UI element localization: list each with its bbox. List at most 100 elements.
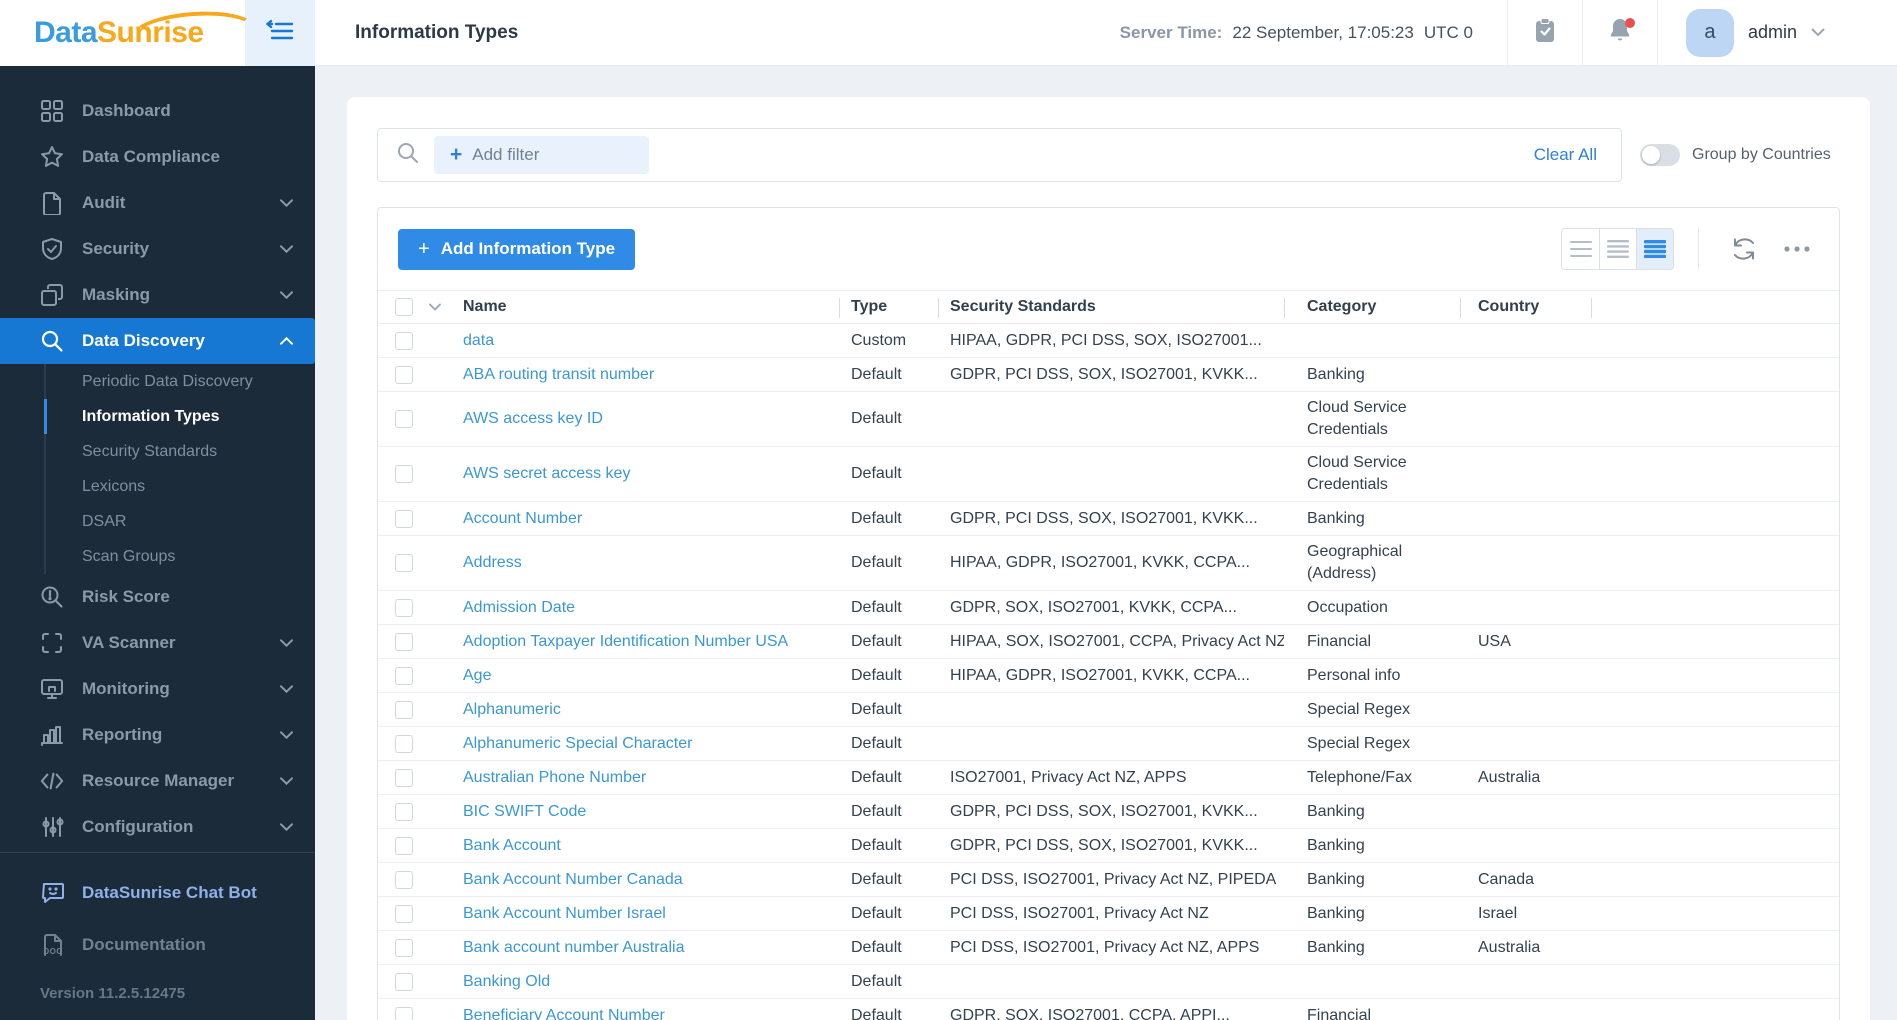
row-checkbox[interactable] bbox=[395, 1006, 413, 1020]
add-information-type-button[interactable]: + Add Information Type bbox=[398, 228, 636, 270]
sidebar-item-chatbot[interactable]: DataSunrise Chat Bot bbox=[40, 867, 315, 919]
row-checkbox[interactable] bbox=[395, 972, 413, 991]
information-type-link[interactable]: AWS access key ID bbox=[463, 410, 603, 427]
select-all-checkbox[interactable] bbox=[395, 298, 413, 316]
row-checkbox[interactable] bbox=[395, 904, 413, 923]
standards-cell: HIPAA, SOX, ISO27001, CCPA, Privacy Act … bbox=[950, 632, 1284, 650]
sidebar-item-label: Monitoring bbox=[82, 679, 170, 698]
sidebar-subitem[interactable]: Lexicons bbox=[0, 469, 315, 504]
information-type-link[interactable]: Address bbox=[463, 554, 522, 571]
information-type-link[interactable]: Adoption Taxpayer Identification Number … bbox=[463, 633, 788, 650]
information-type-link[interactable]: Banking Old bbox=[463, 973, 550, 990]
sidebar-subitem[interactable]: DSAR bbox=[0, 504, 315, 539]
add-information-type-label: Add Information Type bbox=[440, 239, 616, 258]
country-cell bbox=[1460, 370, 1591, 380]
sidebar-subitem[interactable]: Periodic Data Discovery bbox=[0, 364, 315, 399]
sidebar-item[interactable]: Data Discovery bbox=[0, 318, 315, 364]
row-checkbox[interactable] bbox=[395, 836, 413, 855]
category-cell: Banking bbox=[1307, 870, 1365, 888]
information-type-link[interactable]: Account Number bbox=[463, 510, 582, 527]
row-checkbox[interactable] bbox=[395, 465, 413, 483]
sidebar-item[interactable]: Risk Score bbox=[0, 574, 315, 620]
sidebar-subitem[interactable]: Scan Groups bbox=[0, 539, 315, 574]
row-checkbox[interactable] bbox=[395, 331, 413, 350]
information-type-link[interactable]: Age bbox=[463, 667, 491, 684]
information-type-link[interactable]: Bank Account Number Canada bbox=[463, 871, 683, 888]
column-header-country[interactable]: Country bbox=[1460, 291, 1591, 323]
information-type-link[interactable]: Beneficiary Account Number bbox=[463, 1007, 665, 1020]
server-time-value: 22 September, 17:05:23 bbox=[1232, 22, 1414, 42]
row-checkbox[interactable] bbox=[395, 365, 413, 384]
sidebar-item[interactable]: Security bbox=[0, 226, 315, 272]
add-filter-button[interactable]: + Add filter bbox=[434, 136, 650, 174]
view-loose-button[interactable] bbox=[1562, 229, 1599, 269]
sidebar-item[interactable]: Configuration bbox=[0, 804, 315, 850]
select-menu-chevron[interactable] bbox=[429, 291, 451, 323]
row-checkbox[interactable] bbox=[395, 410, 413, 428]
sidebar-item-label: Periodic Data Discovery bbox=[82, 372, 253, 390]
row-checkbox[interactable] bbox=[395, 598, 413, 617]
information-type-link[interactable]: Australian Phone Number bbox=[463, 769, 646, 786]
category-cell: Banking bbox=[1307, 938, 1365, 956]
topbar-right: Server Time: 22 September, 17:05:23 UTC … bbox=[1120, 0, 1897, 65]
row-checkbox[interactable] bbox=[395, 802, 413, 821]
plus-icon: + bbox=[418, 237, 430, 260]
column-header-name[interactable]: Name bbox=[451, 291, 839, 323]
row-checkbox[interactable] bbox=[395, 938, 413, 957]
standards-cell: GDPR, PCI DSS, SOX, ISO27001, KVKK... bbox=[950, 836, 1258, 854]
column-header-category[interactable]: Category bbox=[1284, 291, 1460, 323]
information-type-link[interactable]: Bank account number Australia bbox=[463, 939, 684, 956]
sidebar-item[interactable]: Resource Manager bbox=[0, 758, 315, 804]
column-header-standards[interactable]: Security Standards bbox=[938, 291, 1284, 323]
sidebar-item[interactable]: Monitoring bbox=[0, 666, 315, 712]
information-type-link[interactable]: Bank Account bbox=[463, 837, 561, 854]
sidebar-item[interactable]: VA Scanner bbox=[0, 620, 315, 666]
sidebar-subitem[interactable]: Information Types bbox=[0, 399, 315, 434]
information-type-link[interactable]: BIC SWIFT Code bbox=[463, 803, 586, 820]
row-checkbox[interactable] bbox=[395, 734, 413, 753]
row-checkbox[interactable] bbox=[395, 768, 413, 787]
information-type-link[interactable]: Alphanumeric Special Character bbox=[463, 735, 692, 752]
logo-text-sunrise: Sunrise bbox=[97, 16, 204, 49]
group-by-countries-toggle[interactable] bbox=[1640, 144, 1680, 166]
clear-all-link[interactable]: Clear All bbox=[1534, 145, 1597, 165]
column-header-type[interactable]: Type bbox=[839, 291, 938, 323]
sidebar-subitem[interactable]: Security Standards bbox=[0, 434, 315, 469]
tasks-button[interactable] bbox=[1508, 0, 1582, 65]
content-card: + Add filter Clear All Group by Countrie… bbox=[347, 97, 1870, 1020]
row-checkbox[interactable] bbox=[395, 554, 413, 572]
view-medium-button[interactable] bbox=[1599, 229, 1636, 269]
row-checkbox[interactable] bbox=[395, 666, 413, 685]
sidebar-item-label: Masking bbox=[82, 285, 151, 304]
masking-icon bbox=[40, 283, 64, 307]
sidebar-item[interactable]: Data Compliance bbox=[0, 134, 315, 180]
sidebar-item-documentation[interactable]: DOC Documentation bbox=[40, 919, 315, 971]
row-checkbox[interactable] bbox=[395, 870, 413, 889]
information-type-link[interactable]: AWS secret access key bbox=[463, 465, 630, 482]
information-type-link[interactable]: Admission Date bbox=[463, 599, 575, 616]
sidebar-item[interactable]: Masking bbox=[0, 272, 315, 318]
standards-cell bbox=[938, 469, 1284, 479]
row-checkbox[interactable] bbox=[395, 632, 413, 651]
standards-cell bbox=[938, 414, 1284, 424]
row-checkbox[interactable] bbox=[395, 509, 413, 528]
resource-icon bbox=[40, 769, 64, 793]
sidebar-item[interactable]: Audit bbox=[0, 180, 315, 226]
more-options-button[interactable] bbox=[1775, 241, 1819, 257]
information-type-link[interactable]: Bank Account Number Israel bbox=[463, 905, 666, 922]
logo-text-data: Data bbox=[34, 16, 98, 49]
information-type-link[interactable]: Alphanumeric bbox=[463, 701, 561, 718]
row-checkbox[interactable] bbox=[395, 700, 413, 719]
sidebar-item[interactable]: Dashboard bbox=[0, 88, 315, 134]
view-dense-button[interactable] bbox=[1636, 229, 1673, 269]
sidebar-collapse-button[interactable] bbox=[245, 0, 315, 66]
sidebar-item[interactable]: Reporting bbox=[0, 712, 315, 758]
standards-cell: GDPR, PCI DSS, SOX, ISO27001, KVKK... bbox=[950, 509, 1258, 527]
information-type-link[interactable]: data bbox=[463, 332, 494, 349]
information-type-link[interactable]: ABA routing transit number bbox=[463, 366, 654, 383]
user-menu[interactable]: a admin bbox=[1658, 8, 1897, 57]
content-area: + Add filter Clear All Group by Countrie… bbox=[315, 66, 1897, 1020]
refresh-button[interactable] bbox=[1723, 233, 1765, 265]
notifications-button[interactable] bbox=[1583, 0, 1657, 65]
country-cell bbox=[1460, 977, 1591, 987]
